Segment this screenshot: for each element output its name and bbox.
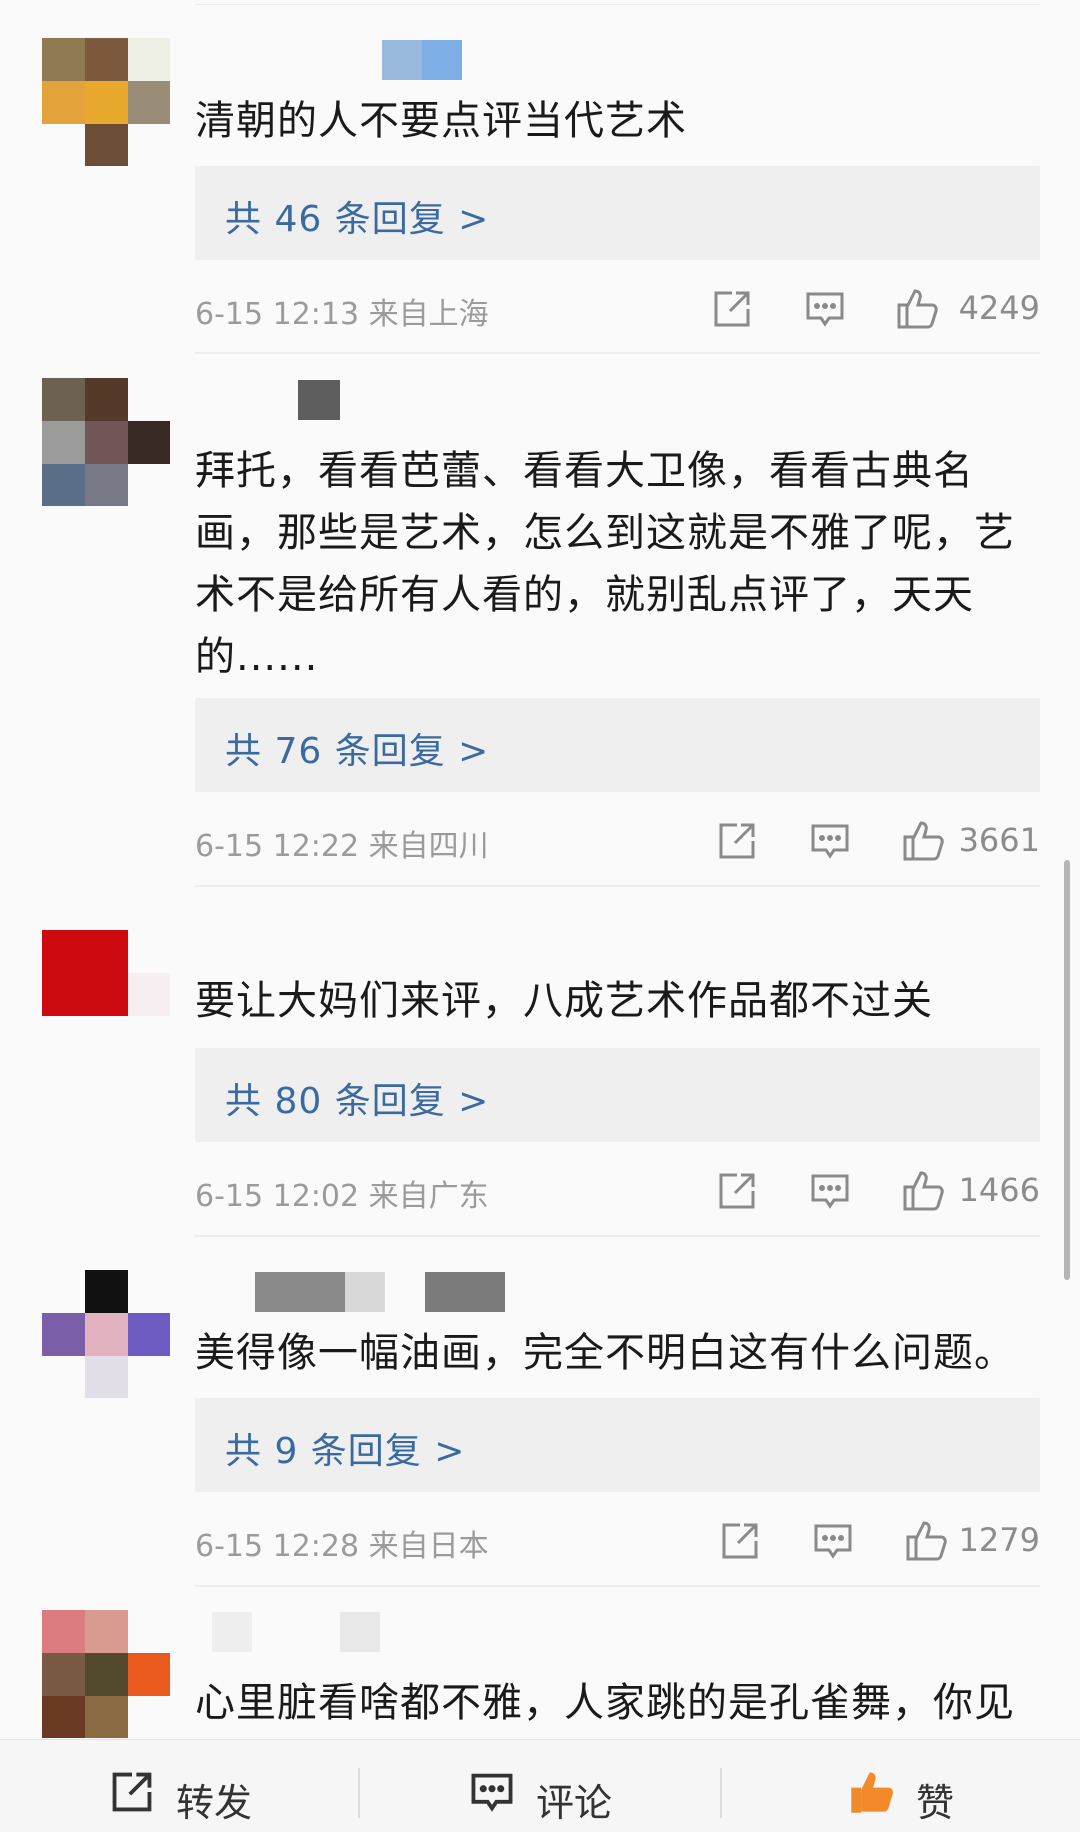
thumbs-up-icon[interactable] — [904, 1519, 948, 1563]
avatar[interactable] — [42, 1610, 170, 1738]
view-replies-button[interactable]: 共 46 条回复 > — [195, 166, 1040, 260]
scrollbar[interactable] — [1064, 860, 1070, 1280]
separator — [720, 1768, 722, 1818]
view-replies-button[interactable]: 共 80 条回复 > — [195, 1048, 1040, 1142]
repost-button[interactable]: 转发 — [100, 1740, 300, 1832]
comment-text: 心里脏看啥都不雅，人家跳的是孔雀舞，你见 — [195, 1680, 1015, 1726]
comment-text: 拜托，看看芭蕾、看看大卫像，看看古典名 画，那些是艺术，怎么到这就是不雅了呢，艺… — [195, 448, 1015, 680]
like-button[interactable]: 赞 — [840, 1740, 1000, 1832]
comment-divider — [195, 1585, 1040, 1587]
comment-divider — [195, 1235, 1040, 1237]
thumbs-up-icon[interactable] — [895, 287, 939, 331]
like-count: 1466 — [958, 1171, 1040, 1209]
view-replies-button[interactable]: 共 76 条回复 > — [195, 698, 1040, 792]
comment-label: 评论 — [536, 1781, 613, 1825]
comment-divider — [195, 885, 1040, 887]
bottom-action-bar: 转发 评论 赞 — [0, 1739, 1080, 1832]
timestamp-location: 6-15 12:02 来自广东 — [195, 1179, 489, 1214]
avatar[interactable] — [42, 38, 170, 166]
comment-meta: 6-15 12:28 来自日本 1279 — [195, 1515, 1040, 1565]
thumbs-up-icon[interactable] — [901, 1169, 945, 1213]
timestamp-location: 6-15 12:28 来自日本 — [195, 1529, 489, 1564]
comment-meta: 6-15 12:13 来自上海 4249 — [195, 283, 1040, 333]
replies-label: 共 80 条回复 > — [225, 1081, 490, 1122]
comment-icon[interactable] — [808, 1169, 852, 1213]
comment-text: 清朝的人不要点评当代艺术 — [195, 98, 687, 144]
like-count: 3661 — [958, 821, 1040, 859]
comment-icon[interactable] — [811, 1519, 855, 1563]
repost-label: 转发 — [176, 1781, 253, 1825]
top-divider — [195, 4, 1040, 5]
share-icon — [112, 1772, 152, 1812]
share-icon[interactable] — [715, 819, 759, 863]
avatar[interactable] — [42, 930, 170, 1058]
comment-text: 要让大妈们来评，八成艺术作品都不过关 — [195, 978, 933, 1024]
replies-label: 共 76 条回复 > — [225, 731, 490, 772]
comment-icon — [471, 1773, 513, 1812]
comment-divider — [195, 352, 1040, 354]
timestamp-location: 6-15 12:22 来自四川 — [195, 829, 489, 864]
comment-meta: 6-15 12:02 来自广东 1466 — [195, 1165, 1040, 1215]
avatar[interactable] — [42, 1270, 170, 1398]
comment-icon[interactable] — [803, 287, 847, 331]
comment-icon[interactable] — [808, 819, 852, 863]
replies-label: 共 9 条回复 > — [225, 1431, 466, 1472]
avatar[interactable] — [42, 378, 170, 506]
view-replies-button[interactable]: 共 9 条回复 > — [195, 1398, 1040, 1492]
timestamp-location: 6-15 12:13 来自上海 — [195, 297, 489, 332]
share-icon[interactable] — [718, 1519, 762, 1563]
share-icon[interactable] — [715, 1169, 759, 1213]
like-count: 1279 — [958, 1521, 1040, 1559]
separator — [358, 1768, 360, 1818]
like-label: 赞 — [916, 1781, 955, 1825]
thumbs-up-icon[interactable] — [901, 819, 945, 863]
thumbs-up-icon — [851, 1772, 894, 1813]
comment-meta: 6-15 12:22 来自四川 3661 — [195, 815, 1040, 865]
comment-text: 美得像一幅油画，完全不明白这有什么问题。 — [195, 1330, 1015, 1376]
like-count: 4249 — [958, 289, 1040, 327]
replies-label: 共 46 条回复 > — [225, 199, 490, 240]
share-icon[interactable] — [710, 287, 754, 331]
comment-button[interactable]: 评论 — [460, 1740, 660, 1832]
